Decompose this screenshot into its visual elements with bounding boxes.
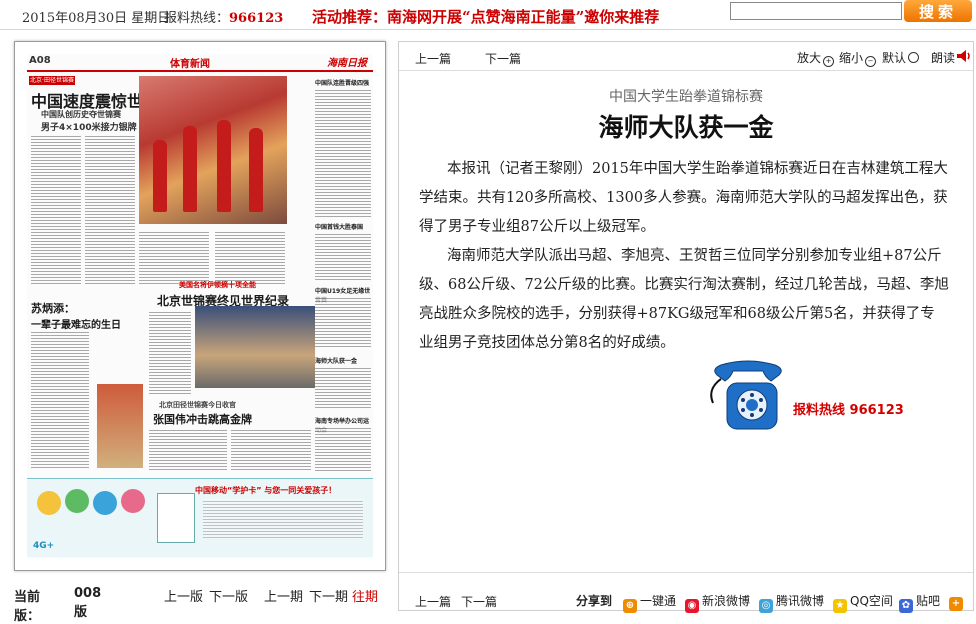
article-title: 海师大队获一金 — [598, 113, 774, 142]
column-headline[interactable]: 中国首钱大胜泰国 — [315, 222, 363, 231]
side-headline-1[interactable]: 苏炳添： — [31, 300, 75, 316]
article-hotline: 报料热线 966123 — [793, 403, 904, 418]
article-toolbar: 上一篇 下一篇 放大 + 缩小 − 默认 朗读 — [399, 42, 973, 71]
search-input[interactable] — [730, 2, 902, 20]
default-size-label: 默认 — [882, 51, 907, 65]
newspaper-page-frame: A08 体育新闻 海南日报 北京·田径世锦赛 中国速度震惊世界 中国队创历史夺世… — [14, 41, 386, 571]
ad-card-image — [157, 493, 195, 543]
hotline-number: 966123 — [229, 11, 284, 26]
share-tencent-weibo-button[interactable]: ◎ 腾讯微博 — [759, 592, 824, 613]
side-headline-2: 一辈子最难忘的生日 — [31, 320, 121, 331]
zoom-in-label: 放大 — [797, 51, 822, 65]
share-tieba-label: 贴吧 — [916, 594, 941, 608]
share-qzone-label: QQ空间 — [850, 594, 893, 608]
page-number: A08 — [29, 55, 51, 66]
zoom-out-label: 缩小 — [839, 51, 864, 65]
hotline-label: 报料热线： — [164, 11, 230, 26]
page-section: 体育新闻 — [170, 59, 210, 70]
current-page-label: 当前版： — [14, 590, 41, 624]
lower-kicker: 北京田径世锦赛今日收官 — [159, 401, 236, 409]
high-jump-photo — [97, 384, 143, 468]
tencent-weibo-icon: ◎ — [759, 599, 773, 613]
sina-weibo-icon: ◉ — [685, 599, 699, 613]
prev-page-link[interactable]: 上一版 — [164, 586, 203, 605]
article-kicker: 中国大学生跆拳道锦标赛 — [609, 89, 763, 105]
zoom-in-button[interactable]: 放大 + — [797, 49, 835, 67]
mid-kicker: 美国名将伊顿摘十项全能 — [179, 281, 256, 289]
share-tieba-button[interactable]: ✿ 贴吧 — [899, 592, 940, 613]
article-footer: 上一篇 下一篇 分享到 ⊕ 一键通 ◉ 新浪微博 ◎ 腾讯微博 ★ QQ空间 ✿ 贴吧 + — [399, 572, 973, 613]
prev-article-link[interactable]: 上一篇 — [415, 50, 451, 67]
search-button[interactable]: 搜索 — [904, 0, 972, 22]
share-tencent-label: 腾讯微博 — [776, 594, 825, 608]
relay-team-photo — [139, 76, 287, 224]
article-paragraph: 海南师范大学队派出马超、李旭亮、王贺哲三位同学分别参加专业组+87公斤级、68公… — [419, 248, 949, 351]
share-sina-weibo-button[interactable]: ◉ 新浪微博 — [685, 592, 750, 613]
next-page-link[interactable]: 下一版 — [209, 586, 248, 605]
bottom-prev-article-link[interactable]: 上一篇 — [415, 593, 451, 610]
plus-icon: + — [949, 597, 963, 611]
column-headline[interactable]: 中国队连胜晋级四强 — [315, 78, 369, 87]
onekey-share-icon: ⊕ — [623, 599, 637, 613]
next-article-link[interactable]: 下一篇 — [485, 50, 521, 67]
tieba-paw-icon: ✿ — [899, 599, 913, 613]
column-headline-highlighted[interactable]: 海师大队获一金 — [315, 356, 357, 365]
minus-circle-icon: − — [865, 56, 877, 67]
prev-issue-link[interactable]: 上一期 — [264, 586, 303, 605]
bottom-next-article-link[interactable]: 下一篇 — [461, 593, 497, 610]
share-qzone-button[interactable]: ★ QQ空间 — [833, 592, 893, 613]
lower-headline[interactable]: 张国伟冲击跳高金牌 — [153, 411, 252, 427]
speaker-icon[interactable] — [957, 50, 971, 62]
circle-icon — [908, 52, 920, 63]
hotline-top: 报料热线：966123 — [164, 7, 283, 26]
telephone-icon — [710, 360, 782, 430]
section-tag: 北京·田径世锦赛 — [29, 76, 75, 85]
promo-link[interactable]: 活动推荐：南海网开展“点赞海南正能量”邀你来推荐 — [312, 6, 659, 27]
newspaper-logo: 海南日报 — [327, 58, 367, 69]
ad-title: 中国移动“学护卡” 与您一同关爱孩子！ — [195, 486, 337, 495]
current-page-value: 008版 — [74, 586, 102, 620]
newspaper-page-image[interactable]: A08 体育新闻 海南日报 北京·田径世锦赛 中国速度震惊世界 中国队创历史夺世… — [27, 54, 373, 558]
article-paragraph: 本报讯（记者王黎刚）2015年中国大学生跆拳道锦标赛近日在吉林建筑工程大学结束。… — [419, 161, 948, 235]
read-aloud-label: 朗读 — [931, 51, 956, 65]
date-text: 2015年08月30日 星期日 — [22, 11, 171, 26]
next-issue-link[interactable]: 下一期 — [309, 586, 348, 605]
advertisement[interactable]: 中国移动“学护卡” 与您一同关爱孩子！ 4G+ — [27, 478, 373, 557]
page-header: A08 体育新闻 海南日报 — [27, 54, 373, 72]
share-onekey-button[interactable]: ⊕ 一键通 — [623, 592, 676, 613]
world-record-photo — [195, 306, 315, 388]
lead-subhead-2: 男子4×100米接力银牌 — [41, 123, 137, 133]
read-aloud-button[interactable]: 朗读 — [931, 49, 955, 66]
share-onekey-label: 一键通 — [640, 594, 677, 608]
plus-circle-icon: + — [823, 56, 835, 67]
article-panel: 上一篇 下一篇 放大 + 缩小 − 默认 朗读 中国大学生跆拳道锦标赛 海师大队获一… — [398, 41, 974, 613]
share-label: 分享到 — [576, 594, 613, 608]
share-sina-label: 新浪微博 — [702, 594, 751, 608]
zoom-out-button[interactable]: 缩小 − — [839, 49, 877, 67]
lead-subhead-1: 中国队创历史夺世锦赛 — [41, 110, 121, 119]
top-bar: 2015年08月30日 星期日 报料热线：966123 活动推荐：南海网开展“点… — [0, 0, 976, 30]
default-size-button[interactable]: 默认 — [882, 49, 920, 66]
qzone-star-icon: ★ — [833, 599, 847, 613]
share-more-button[interactable]: + — [949, 592, 966, 611]
past-issues-link[interactable]: 往期 — [352, 586, 378, 605]
ad-4g-logo: 4G+ — [33, 541, 55, 551]
